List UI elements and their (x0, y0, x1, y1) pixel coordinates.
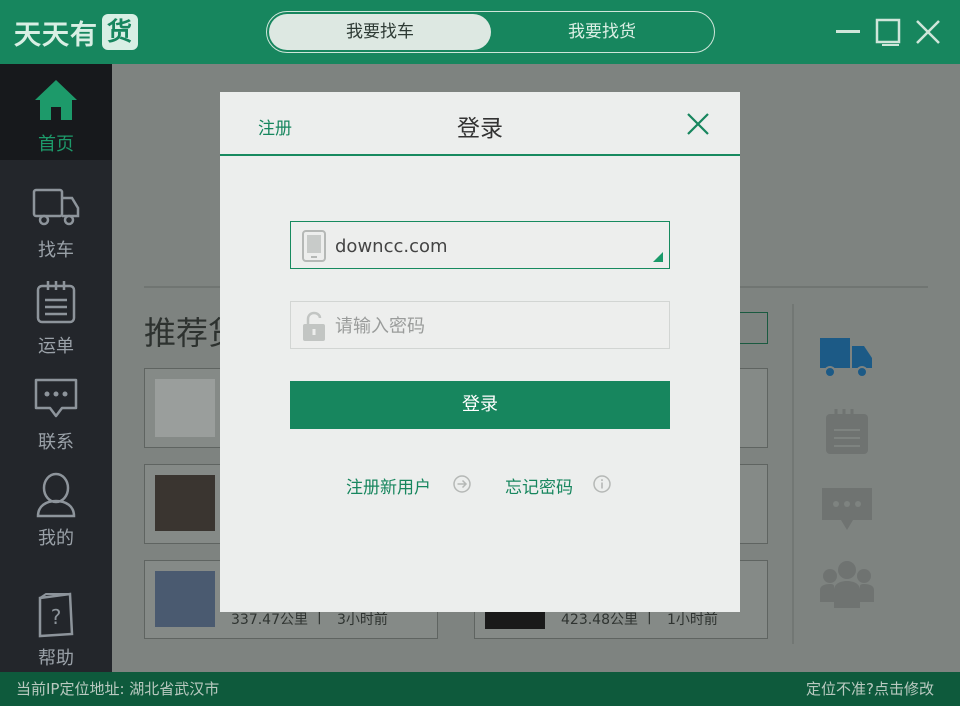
register-new-user-link[interactable]: 注册新用户 (346, 473, 431, 498)
resize-corner (653, 252, 663, 262)
maximize-icon[interactable] (872, 16, 904, 48)
fix-location-link[interactable]: 定位不准?点击修改 (806, 678, 934, 699)
app-logo: 天天有 货 (14, 14, 138, 51)
minimize-icon[interactable] (832, 16, 864, 48)
login-dialog: 登录 注册 登录 注册新用户 忘记密码 (220, 92, 740, 612)
waybill-icon (36, 281, 76, 324)
sidebar-item-label: 找车 (38, 240, 74, 261)
user-icon (36, 472, 76, 518)
close-icon[interactable] (686, 112, 710, 136)
dialog-header: 登录 注册 (220, 92, 740, 156)
register-link[interactable]: 注册 (258, 114, 292, 139)
password-field[interactable] (290, 301, 670, 349)
sidebar-item-label: 运单 (38, 336, 74, 357)
dialog-title: 登录 (457, 116, 503, 142)
logo-text: 天天有 (14, 19, 98, 51)
sidebar-item-label: 联系 (38, 432, 74, 453)
time-text: 3小时前 (337, 612, 388, 628)
divider (792, 304, 794, 644)
tab-find-truck[interactable]: 我要找车 (269, 14, 491, 50)
time-text: 1小时前 (667, 612, 718, 628)
distance-text: 337.47公里 (231, 612, 308, 628)
sidebar-item-label: 我的 (38, 528, 74, 549)
title-bar: 天天有 货 我要找车 我要找货 (0, 0, 960, 64)
status-bar: 当前IP定位地址: 湖北省武汉市 定位不准?点击修改 (0, 672, 960, 706)
sidebar-item-home[interactable]: 首页 (0, 64, 112, 160)
arrow-right-circle-icon[interactable] (452, 474, 472, 494)
waybill-icon[interactable] (824, 408, 870, 456)
info-icon[interactable] (592, 474, 612, 494)
tab-find-cargo[interactable]: 我要找货 (491, 14, 713, 50)
location-text: 当前IP定位地址: 湖北省武汉市 (16, 680, 220, 698)
chat-icon[interactable] (822, 488, 872, 532)
phone-icon (302, 230, 326, 262)
sidebar-item-label: 帮助 (38, 648, 74, 669)
close-icon[interactable] (912, 16, 944, 48)
lock-icon (303, 311, 325, 341)
avatar (155, 571, 215, 627)
sidebar: 首页 找车 运单 联系 我的 ? 帮助 (0, 64, 112, 672)
help-icon: ? (38, 592, 74, 638)
sidebar-item-find-truck[interactable]: 找车 (0, 170, 112, 266)
sidebar-item-label: 首页 (38, 134, 74, 155)
avatar (155, 379, 215, 437)
truck-icon (32, 188, 80, 226)
chat-icon (34, 378, 78, 418)
forgot-password-link[interactable]: 忘记密码 (505, 473, 573, 498)
svg-text:?: ? (51, 605, 62, 629)
sidebar-item-contact[interactable]: 联系 (0, 362, 112, 458)
username-field[interactable] (290, 221, 670, 269)
sidebar-item-waybill[interactable]: 运单 (0, 266, 112, 362)
distance-text: 423.48公里 (561, 612, 638, 628)
contacts-icon[interactable] (820, 560, 874, 608)
sidebar-item-mine[interactable]: 我的 (0, 458, 112, 554)
truck-icon[interactable] (820, 334, 874, 380)
username-input[interactable] (335, 232, 655, 260)
login-button[interactable]: 登录 (290, 381, 670, 429)
mode-switch: 我要找车 我要找货 (266, 11, 715, 53)
password-input[interactable] (335, 312, 655, 340)
sidebar-item-help[interactable]: ? 帮助 (0, 578, 112, 674)
home-icon (35, 80, 77, 120)
logo-badge: 货 (102, 14, 138, 50)
avatar (155, 475, 215, 531)
